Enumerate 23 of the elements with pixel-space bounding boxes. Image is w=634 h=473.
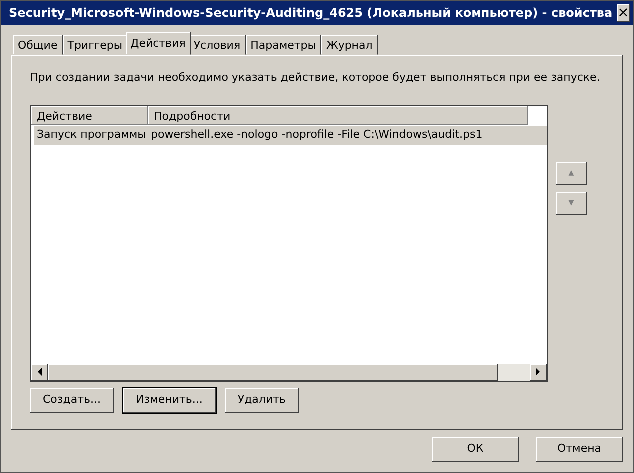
tab[interactable]: Общие — [13, 35, 63, 55]
cancel-button[interactable]: Отмена — [536, 437, 623, 462]
table-cell-text: powershell.exe -nologo -noprofile -File C:\Windows\audit.ps1 — [150, 126, 484, 143]
delete-button[interactable]: Удалить — [224, 388, 299, 412]
create-button[interactable]: Создать... — [30, 388, 114, 412]
left-arrow-icon — [37, 368, 42, 376]
edit-button[interactable]: Изменить... — [123, 388, 216, 412]
tab[interactable]: Параметры — [246, 35, 322, 55]
tab[interactable]: Условия — [188, 35, 246, 55]
window-title: Security_Microsoft-Windows-Security-Auditing_4625 (Локальный компьютер) - свойства — [9, 5, 613, 22]
column-header[interactable]: Подробности — [148, 106, 528, 124]
close-button[interactable]: × — [616, 4, 630, 22]
right-arrow-icon — [536, 368, 541, 376]
tab[interactable]: Действия — [126, 32, 191, 55]
tab[interactable]: Журнал — [321, 35, 378, 55]
table-cell-text: Запуск программы — [36, 126, 148, 143]
description-text: При создании задачи необходимо указать действие, которое будет выполняться при ее запуске. — [30, 70, 602, 86]
ok-button[interactable]: ОК — [432, 437, 519, 462]
scroll-left-button[interactable] — [31, 364, 48, 380]
tab[interactable]: Триггеры — [62, 35, 128, 55]
table-row[interactable]: Запуск программы powershell.exe -nologo -noprofile -File C:\Windows\audit.ps1 — [34, 126, 547, 144]
column-header[interactable]: Действие — [31, 106, 148, 124]
scroll-right-button[interactable] — [530, 364, 547, 380]
